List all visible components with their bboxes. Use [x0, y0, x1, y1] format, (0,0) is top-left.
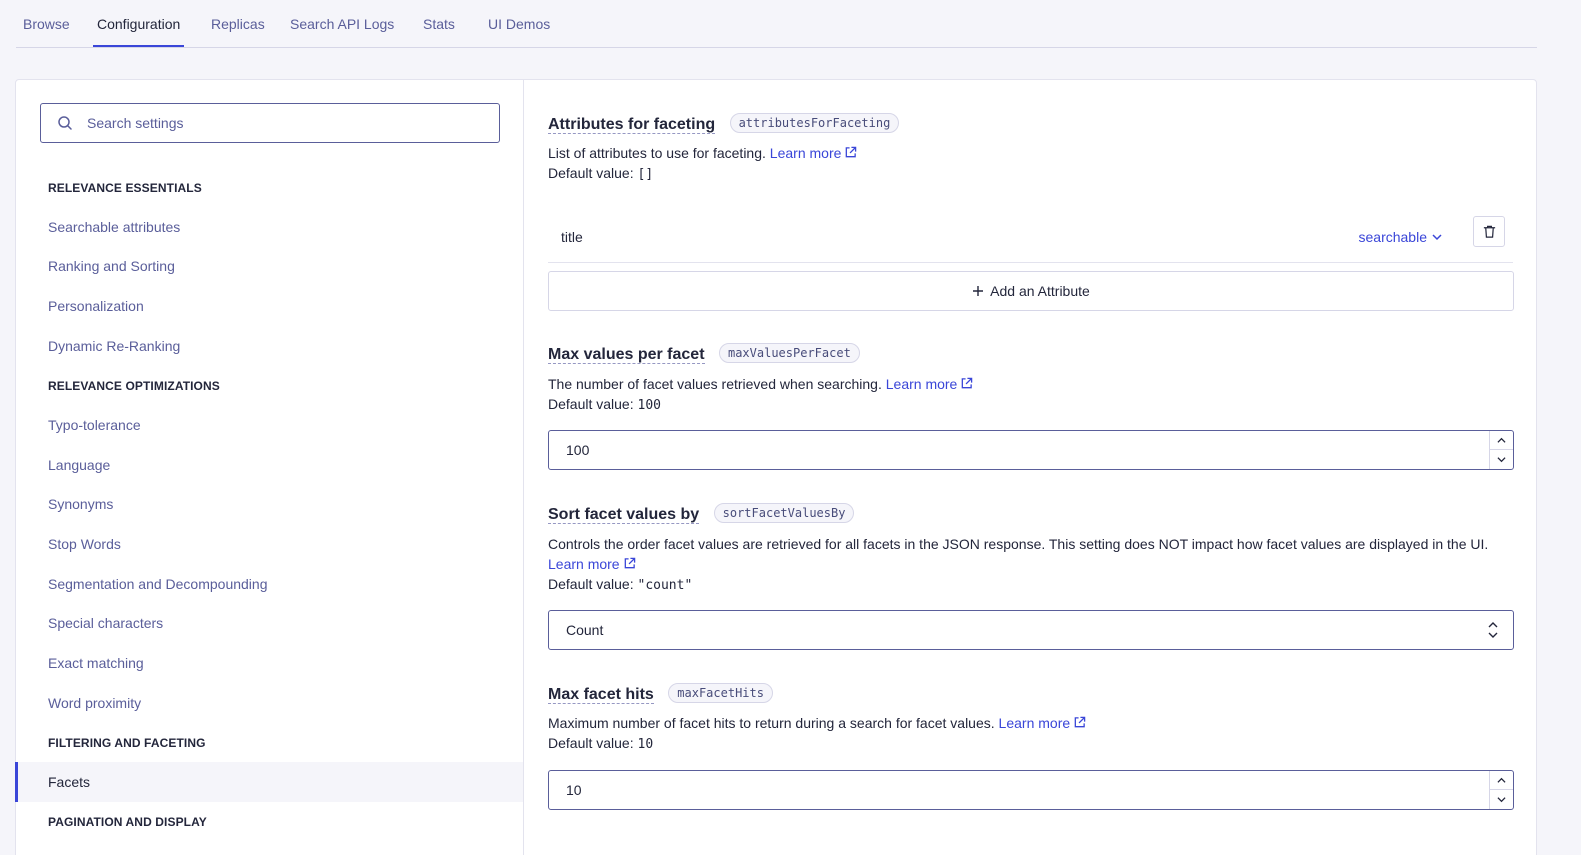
top-tab-bar: Browse Configuration Replicas Search API… — [16, 0, 1537, 48]
default-label: Default value: — [548, 396, 634, 412]
facet-attribute-name: title — [561, 229, 583, 245]
default-value: 100 — [637, 398, 661, 413]
input-value: 100 — [566, 442, 590, 458]
max-facet-hits-title: Max facet hits maxFacetHits — [548, 683, 773, 704]
facet-attribute-row: title searchable — [548, 213, 1513, 263]
attributes-for-faceting-description: List of attributes to use for faceting. … — [548, 143, 857, 163]
sidebar-item-personalization[interactable]: Personalization — [16, 286, 523, 326]
sort-facet-values-by-description: Controls the order facet values are retr… — [548, 536, 1489, 552]
setting-title-text: Max values per facet — [548, 346, 705, 364]
sidebar-item-typo-tolerance[interactable]: Typo-tolerance — [16, 405, 523, 445]
tab-ui-demos[interactable]: UI Demos — [488, 16, 550, 48]
sidebar-item-stop-words[interactable]: Stop Words — [16, 524, 523, 564]
max-values-per-facet-title: Max values per facet maxValuesPerFacet — [548, 343, 860, 364]
learn-more-link[interactable]: Learn more — [548, 556, 636, 572]
sidebar-item-segmentation-and-decompounding[interactable]: Segmentation and Decompounding — [16, 564, 523, 604]
settings-sidebar: RELEVANCE ESSENTIALS Searchable attribut… — [15, 80, 524, 855]
external-link-icon — [846, 146, 857, 158]
add-attribute-button[interactable]: Add an Attribute — [548, 271, 1514, 311]
default-label: Default value: — [548, 165, 634, 181]
sidebar-section-relevance-essentials: RELEVANCE ESSENTIALS — [48, 181, 202, 195]
setting-code-badge: maxFacetHits — [668, 683, 773, 703]
search-settings-input[interactable] — [87, 104, 487, 142]
configuration-panel: RELEVANCE ESSENTIALS Searchable attribut… — [15, 79, 1537, 855]
chevron-down-icon — [1497, 457, 1506, 463]
search-icon — [58, 116, 72, 130]
external-link-icon — [962, 377, 973, 389]
sort-facet-values-by-title: Sort facet values by sortFacetValuesBy — [548, 503, 855, 524]
sidebar-item-language[interactable]: Language — [16, 445, 523, 485]
max-facet-hits-description: Maximum number of facet hits to return d… — [548, 713, 1086, 733]
max-values-per-facet-default: Default value: 100 — [548, 394, 661, 416]
settings-main: Attributes for faceting attributesForFac… — [524, 80, 1536, 855]
setting-code-badge: maxValuesPerFacet — [718, 343, 860, 363]
sidebar-item-facets[interactable]: Facets — [15, 762, 523, 802]
tab-search-api-logs[interactable]: Search API Logs — [290, 16, 394, 48]
max-facet-hits-input[interactable]: 10 — [548, 770, 1514, 810]
plus-icon — [973, 286, 984, 296]
max-values-per-facet-description: The number of facet values retrieved whe… — [548, 374, 973, 394]
facet-attribute-mode-dropdown[interactable]: searchable — [1359, 229, 1444, 245]
search-settings-box[interactable] — [40, 103, 500, 143]
sidebar-item-synonyms[interactable]: Synonyms — [16, 484, 523, 524]
chevron-up-icon — [1497, 437, 1506, 443]
sidebar-item-ranking-and-sorting[interactable]: Ranking and Sorting — [16, 246, 523, 286]
tab-browse[interactable]: Browse — [23, 16, 70, 48]
description-text: The number of facet values retrieved whe… — [548, 376, 882, 392]
setting-code-badge: sortFacetValuesBy — [713, 503, 855, 523]
trash-icon — [1483, 225, 1496, 238]
description-text: Maximum number of facet hits to return d… — [548, 715, 995, 731]
chevron-down-icon — [1497, 797, 1506, 803]
delete-attribute-button[interactable] — [1473, 216, 1505, 247]
learn-more-link[interactable]: Learn more — [770, 145, 858, 161]
number-stepper — [1489, 771, 1513, 809]
max-facet-hits-default: Default value: 10 — [548, 733, 653, 755]
sidebar-item-dynamic-re-ranking[interactable]: Dynamic Re-Ranking — [16, 326, 523, 366]
sort-facet-values-by-select[interactable]: Count — [548, 610, 1514, 650]
setting-code-badge: attributesForFaceting — [729, 113, 900, 133]
external-link-icon — [1074, 716, 1086, 728]
tab-replicas[interactable]: Replicas — [211, 16, 265, 48]
sidebar-item-word-proximity[interactable]: Word proximity — [16, 683, 523, 723]
decrement-button[interactable] — [1490, 450, 1513, 469]
input-value: 10 — [566, 782, 582, 798]
chevron-up-down-icon — [1488, 622, 1498, 638]
tab-configuration[interactable]: Configuration — [92, 16, 185, 48]
increment-button[interactable] — [1490, 431, 1513, 450]
description-text: List of attributes to use for faceting. — [548, 145, 766, 161]
setting-title-text: Attributes for faceting — [548, 116, 716, 134]
sidebar-item-searchable-attributes[interactable]: Searchable attributes — [16, 207, 523, 247]
setting-title-text: Max facet hits — [548, 686, 654, 704]
sidebar-item-special-characters[interactable]: Special characters — [16, 603, 523, 643]
learn-more-link[interactable]: Learn more — [886, 376, 974, 392]
select-value: Count — [566, 622, 604, 638]
setting-title-text: Sort facet values by — [548, 506, 700, 524]
sort-facet-values-by-default: Default value: "count" — [548, 574, 692, 596]
default-label: Default value: — [548, 735, 634, 751]
sort-facet-values-by-learn-more-line: Learn more — [548, 554, 636, 574]
default-value: "count" — [637, 578, 693, 593]
max-values-per-facet-input[interactable]: 100 — [548, 430, 1514, 470]
sidebar-item-exact-matching[interactable]: Exact matching — [16, 643, 523, 683]
number-stepper — [1489, 431, 1513, 469]
attributes-for-faceting-default: Default value: [] — [548, 163, 653, 185]
learn-more-link[interactable]: Learn more — [999, 715, 1087, 731]
attributes-for-faceting-title: Attributes for faceting attributesForFac… — [548, 113, 900, 134]
sidebar-section-pagination-and-display: PAGINATION AND DISPLAY — [48, 815, 207, 829]
tab-stats[interactable]: Stats — [423, 16, 455, 48]
default-label: Default value: — [548, 576, 634, 592]
chevron-down-icon — [1432, 234, 1442, 241]
default-value: 10 — [637, 737, 654, 752]
default-value: [] — [637, 167, 654, 182]
external-link-icon — [624, 557, 635, 569]
sidebar-section-filtering-and-faceting: FILTERING AND FACETING — [48, 736, 206, 750]
sidebar-section-relevance-optimizations: RELEVANCE OPTIMIZATIONS — [48, 379, 220, 393]
chevron-up-icon — [1497, 777, 1506, 783]
decrement-button[interactable] — [1490, 790, 1513, 809]
increment-button[interactable] — [1490, 771, 1513, 790]
